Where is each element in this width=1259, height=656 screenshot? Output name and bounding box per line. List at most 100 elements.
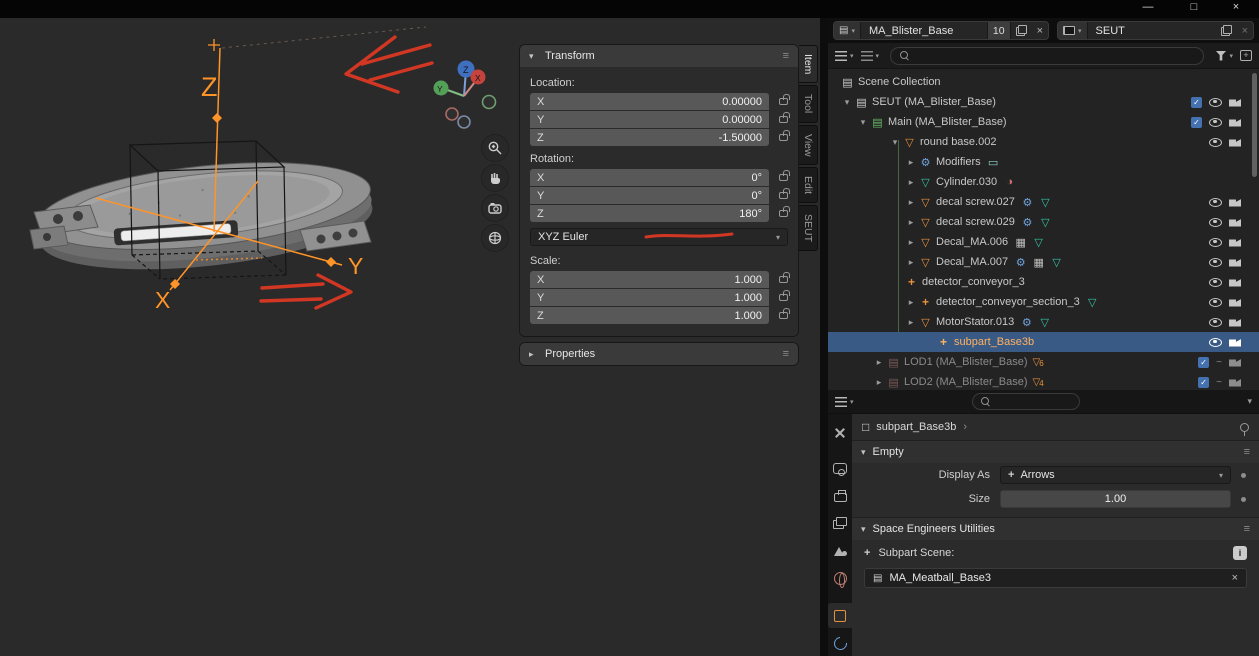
hide-eye-icon[interactable] — [1209, 97, 1222, 107]
subpart-scene-field[interactable]: ▤ MA_Meatball_Base3 × — [864, 568, 1247, 588]
breadcrumb-object-name[interactable]: subpart_Base3b — [876, 421, 956, 433]
outliner-item-label[interactable]: Decal_MA.007 — [936, 256, 1008, 268]
panel-menu-icon[interactable]: ≡ — [783, 348, 789, 360]
outliner-item-label[interactable]: Scene Collection — [858, 76, 941, 88]
hide-eye-icon[interactable] — [1209, 197, 1222, 207]
outliner-row-decal-screw-029[interactable]: ▸ ▽ decal screw.029 ⚙ ▽ — [828, 212, 1259, 232]
collapse-icon[interactable]: ▾ — [888, 137, 902, 148]
render-camera-icon[interactable] — [1229, 319, 1241, 327]
transform-panel-header[interactable]: ▾ Transform ≡ — [520, 45, 798, 67]
collapse-icon[interactable]: ▾ — [840, 97, 854, 108]
filter-button[interactable]: ▾ — [1215, 50, 1233, 61]
close-button[interactable]: × — [1221, 0, 1251, 16]
expand-icon[interactable]: ▸ — [904, 217, 918, 228]
expand-icon[interactable]: ▸ — [872, 357, 886, 368]
tab-view-layer[interactable] — [828, 510, 852, 536]
scale-x-field[interactable]: X 1.000 — [530, 271, 790, 288]
outliner-row-decal-ma-007[interactable]: ▸ ▽ Decal_MA.007 ⚙ ▦ ▽ — [828, 252, 1259, 272]
scene-selector[interactable]: ▤ ▾ MA_Blister_Base 10 × — [833, 21, 1049, 40]
outliner-item-label[interactable]: decal screw.027 — [936, 196, 1015, 208]
render-camera-icon[interactable] — [1229, 239, 1241, 247]
expand-icon[interactable]: ▸ — [904, 157, 918, 168]
npanel-tab-seut[interactable]: SEUT — [799, 205, 818, 252]
npanel-tab-edit[interactable]: Edit — [799, 167, 818, 204]
outliner-item-label[interactable]: subpart_Base3b — [954, 336, 1034, 348]
outliner-row-lod1-ma-blister-base-[interactable]: ▸ ▤ LOD1 (MA_Blister_Base) ▽ 6 ✓ ~ — [828, 352, 1259, 372]
pin-icon[interactable] — [1240, 422, 1249, 436]
pan-button[interactable] — [482, 165, 508, 191]
new-view-layer-button[interactable] — [1216, 22, 1237, 39]
location-x-field[interactable]: X 0.00000 — [530, 93, 790, 110]
collapse-icon[interactable]: ▾ — [856, 117, 870, 128]
expand-icon[interactable]: ▸ — [904, 237, 918, 248]
outliner-item-label[interactable]: Modifiers — [936, 156, 981, 168]
render-camera-icon[interactable] — [1229, 259, 1241, 267]
outliner-row-lod2-ma-blister-base-[interactable]: ▸ ▤ LOD2 (MA_Blister_Base) ▽ 4 ✓ ~ — [828, 372, 1259, 390]
outliner-row-decal-ma-006[interactable]: ▸ ▽ Decal_MA.006 ▦ ▽ — [828, 232, 1259, 252]
outliner-item-label[interactable]: round base.002 — [920, 136, 996, 148]
outliner-row-main-ma-blister-base-[interactable]: ▾ ▤ Main (MA_Blister_Base) ✓ — [828, 112, 1259, 132]
outliner-scrollbar[interactable] — [1252, 73, 1257, 177]
exclude-checkbox[interactable]: ✓ — [1191, 116, 1202, 128]
hide-eye-icon[interactable] — [1209, 137, 1222, 147]
outliner-item-label[interactable]: detector_conveyor_section_3 — [936, 296, 1080, 308]
outliner-row-round-base-002[interactable]: ▾ ▽ round base.002 — [828, 132, 1259, 152]
tab-output[interactable] — [828, 483, 852, 509]
exclude-checkbox[interactable]: ✓ — [1198, 376, 1210, 388]
exclude-checkbox[interactable]: ✓ — [1198, 356, 1210, 368]
rotation-x-field[interactable]: X 0° — [530, 169, 790, 186]
location-z-field[interactable]: Z -1.50000 — [530, 129, 790, 146]
hide-eye-icon[interactable] — [1209, 257, 1222, 267]
panel-menu-icon[interactable]: ≡ — [1244, 523, 1250, 535]
holdout-icon[interactable]: ~ — [1216, 377, 1222, 388]
remove-view-layer-button[interactable]: × — [1237, 22, 1253, 39]
tab-physics[interactable] — [828, 630, 852, 656]
tab-render[interactable] — [828, 455, 852, 481]
ortho-toggle-button[interactable] — [482, 225, 508, 251]
outliner-row-seut-ma-blister-base-[interactable]: ▾ ▤ SEUT (MA_Blister_Base) ✓ — [828, 92, 1259, 112]
unlink-scene-button[interactable]: × — [1032, 22, 1048, 39]
hide-eye-icon[interactable] — [1209, 277, 1222, 287]
view-layer-selector[interactable]: ▾ SEUT × — [1057, 21, 1254, 40]
lock-icon[interactable] — [769, 188, 790, 199]
outliner-item-label[interactable]: SEUT (MA_Blister_Base) — [872, 96, 996, 108]
render-camera-icon[interactable] — [1229, 139, 1241, 147]
scale-z-field[interactable]: Z 1.000 — [530, 307, 790, 324]
outliner-row-scene-collection[interactable]: ▤ Scene Collection — [828, 72, 1259, 92]
view-layer-name[interactable]: SEUT — [1088, 25, 1216, 37]
area-divider[interactable] — [820, 18, 828, 656]
browse-view-layer-button[interactable]: ▾ — [1058, 22, 1088, 39]
outliner-item-label[interactable]: Cylinder.030 — [936, 176, 997, 188]
outliner-row-detector-conveyor-section-3[interactable]: ▸ + detector_conveyor_section_3 ▽ — [828, 292, 1259, 312]
clear-scene-icon[interactable]: × — [1232, 572, 1238, 584]
npanel-tab-view[interactable]: View — [799, 124, 818, 166]
camera-view-button[interactable] — [482, 195, 508, 221]
display-mode-button[interactable]: ▾ — [860, 50, 879, 61]
empty-panel-header[interactable]: ▾ Empty ≡ — [852, 441, 1259, 463]
editor-type-button[interactable]: ▾ — [835, 50, 854, 61]
lock-icon[interactable] — [769, 94, 790, 105]
npanel-tab-tool[interactable]: Tool — [799, 85, 818, 123]
panel-menu-icon[interactable]: ≡ — [783, 50, 789, 62]
expand-icon[interactable]: ▸ — [872, 377, 886, 388]
editor-type-button[interactable]: ▾ — [835, 396, 854, 407]
lock-icon[interactable] — [769, 308, 790, 319]
hide-eye-icon[interactable] — [1209, 117, 1222, 127]
properties-subpanel-header[interactable]: ▸ Properties ≡ — [520, 343, 798, 365]
info-icon[interactable]: i — [1233, 546, 1247, 560]
outliner-item-label[interactable]: decal screw.029 — [936, 216, 1015, 228]
display-as-dropdown[interactable]: + Arrows ▾ — [1000, 466, 1231, 484]
scene-name[interactable]: MA_Blister_Base — [861, 25, 987, 37]
hide-eye-icon[interactable] — [1209, 297, 1222, 307]
outliner-item-label[interactable]: LOD1 (MA_Blister_Base) — [904, 356, 1028, 368]
location-y-field[interactable]: Y 0.00000 — [530, 111, 790, 128]
navigation-gizmo[interactable]: Z X Y — [433, 60, 497, 129]
outliner-row-detector-conveyor-3[interactable]: + detector_conveyor_3 — [828, 272, 1259, 292]
gizmo-z-neg[interactable] — [457, 115, 471, 129]
scale-y-field[interactable]: Y 1.000 — [530, 289, 790, 306]
tab-object[interactable] — [828, 602, 852, 629]
outliner-row-motorstator-013[interactable]: ▸ ▽ MotorStator.013 ⚙ ▽ — [828, 312, 1259, 332]
hide-eye-icon[interactable] — [1209, 217, 1222, 227]
expand-icon[interactable]: ▸ — [904, 257, 918, 268]
panel-menu-icon[interactable]: ≡ — [1244, 446, 1250, 458]
